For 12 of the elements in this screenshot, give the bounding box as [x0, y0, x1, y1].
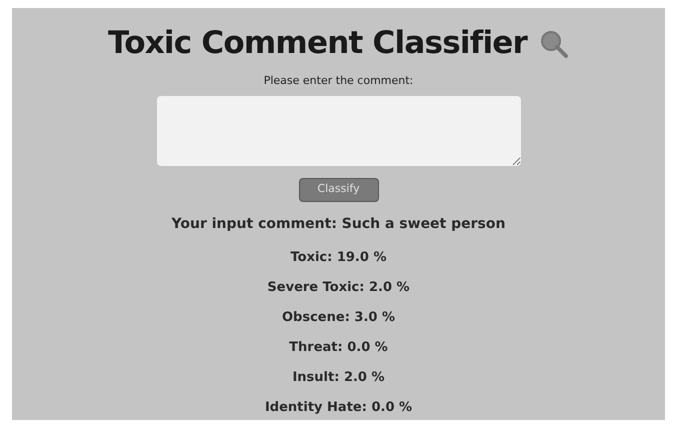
result-text: Obscene: 3.0 %	[282, 308, 395, 326]
result-text: Insult: 2.0 %	[292, 368, 385, 386]
input-comment-text: Your input comment: Such a sweet person	[172, 214, 506, 234]
result-text: Threat: 0.0 %	[289, 338, 388, 356]
result-text: Toxic: 19.0 %	[290, 248, 386, 266]
classify-button[interactable]: Classify	[298, 178, 378, 202]
magnifier-icon	[539, 28, 570, 58]
comment-input-field[interactable]	[156, 96, 520, 166]
result-text: Identity Hate: 0.0 %	[264, 398, 412, 416]
result-text: Severe Toxic: 2.0 %	[267, 278, 410, 296]
comment-prompt: Please enter the comment:	[264, 73, 414, 89]
page-title: Toxic Comment Classifier	[108, 28, 528, 59]
